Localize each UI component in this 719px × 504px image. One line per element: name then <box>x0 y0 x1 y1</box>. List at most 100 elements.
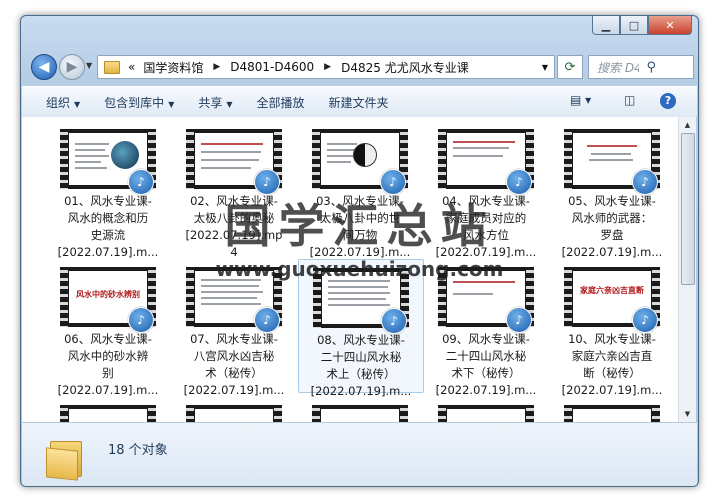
file-name: 08、风水专业课- 二十四山风水秘 术上（秘传） [2022.07.19].m... <box>310 333 412 398</box>
file-name: 09、风水专业课- 二十四山风水秘 术下（秘传） [2022.07.19].m... <box>435 332 537 397</box>
media-player-icon: ♪ <box>632 307 658 333</box>
breadcrumb-separator-icon[interactable]: ▶ <box>318 62 337 72</box>
film-strip-icon <box>186 267 194 327</box>
file-name: 02、风水专业课- 太极八卦的奥秘 [2022.07.19].mp 4 <box>185 194 283 259</box>
film-strip-icon <box>60 405 68 422</box>
slide-title: 风水中的砂水辨别 <box>76 289 140 299</box>
search-input[interactable]: 搜索 D482... ⚲ <box>588 55 694 79</box>
scroll-down-icon[interactable]: ▼ <box>679 406 696 422</box>
address-dropdown-icon[interactable]: ▼ <box>542 63 548 72</box>
help-icon[interactable]: ? <box>660 93 676 109</box>
media-player-icon: ♪ <box>506 169 532 195</box>
file-name: 05、风水专业课- 风水师的武器： 罗盘 [2022.07.19].m... <box>561 194 663 259</box>
film-strip-icon <box>313 268 321 328</box>
organize-label: 组织 <box>46 95 71 110</box>
search-icon[interactable]: ⚲ <box>639 60 689 75</box>
breadcrumb-item[interactable]: 国学资料馆 <box>139 59 207 76</box>
vertical-scrollbar[interactable]: ▲ ▼ <box>678 117 696 422</box>
video-thumbnail <box>186 405 282 422</box>
back-arrow-icon[interactable]: ◀ <box>31 54 57 80</box>
chevron-down-icon: ▼ <box>168 99 175 109</box>
file-name: 10、风水专业课- 家庭六亲凶吉直 断（秘传） [2022.07.19].m... <box>561 332 663 397</box>
refresh-icon[interactable]: ⟳ <box>557 55 583 79</box>
video-thumbnail <box>60 405 156 422</box>
media-player-icon: ♪ <box>506 307 532 333</box>
video-thumbnail <box>312 405 408 422</box>
slide-title: 家庭六亲凶吉直断 <box>580 285 644 295</box>
share-label: 共享 <box>198 95 223 110</box>
new-folder-button[interactable]: 新建文件夹 <box>329 94 389 111</box>
file-list: ♪ 01、风水专业课- 风水的概念和历 史源流 [2022.07.19].m... ♪… <box>22 117 678 422</box>
search-placeholder: 搜索 D482... <box>597 60 639 75</box>
list-item[interactable] <box>550 397 674 422</box>
forward-arrow-icon[interactable]: ▶ <box>59 54 85 80</box>
list-item[interactable]: ♪ 09、风水专业课- 二十四山风水秘 术下（秘传） [2022.07.19].m..… <box>424 259 548 397</box>
media-player-icon: ♪ <box>254 307 280 333</box>
list-item[interactable] <box>46 397 170 422</box>
list-item[interactable]: 家庭六亲凶吉直断 ♪ 10、风水专业课- 家庭六亲凶吉直 断（秘传） [2022.07… <box>550 259 674 397</box>
video-thumbnail <box>438 405 534 422</box>
list-item[interactable]: ♪ 01、风水专业课- 风水的概念和历 史源流 [2022.07.19].m... <box>46 121 170 259</box>
list-item[interactable]: ♪ 04、风水专业课- 家庭成员对应的 风水方位 [2022.07.19].m... <box>424 121 548 259</box>
include-label: 包含到库中 <box>104 95 165 110</box>
include-in-library-button[interactable]: 包含到库中 ▼ <box>104 94 174 111</box>
file-name: 04、风水专业课- 家庭成员对应的 风水方位 [2022.07.19].m... <box>435 194 537 259</box>
maximize-icon[interactable]: □ <box>620 16 648 35</box>
media-player-icon: ♪ <box>380 169 406 195</box>
recent-pages-chevron-icon[interactable]: ▼ <box>86 61 92 70</box>
film-strip-icon <box>312 405 320 422</box>
film-strip-icon <box>186 129 194 189</box>
navigation-bar: ◀ ▶ ▼ « 国学资料馆 ▶ D4801-D4600 ▶ D4825 尤尤风水… <box>29 52 694 82</box>
media-player-icon: ♪ <box>254 169 280 195</box>
chevron-down-icon: ▼ <box>226 99 233 109</box>
share-button[interactable]: 共享 ▼ <box>198 94 232 111</box>
folder-icon <box>46 437 82 481</box>
close-icon[interactable]: ✕ <box>648 16 692 35</box>
list-item[interactable]: ♪ 03、风水专业课- 太极八卦中的世 间万物 [2022.07.19].m... <box>298 121 422 259</box>
slide-preview <box>195 409 273 422</box>
list-item[interactable]: 风水中的砂水辨别 ♪ 06、风水专业课- 风水中的砂水辨别 [2022.07.19]… <box>46 259 170 397</box>
window-controls: ▁ □ ✕ <box>592 16 692 35</box>
film-strip-icon <box>60 267 68 327</box>
list-item[interactable]: ♪ 07、风水专业课- 八宫风水凶吉秘 术（秘传） [2022.07.19].m... <box>172 259 296 397</box>
list-item[interactable] <box>172 397 296 422</box>
slide-preview <box>447 409 525 422</box>
film-strip-icon <box>564 405 572 422</box>
breadcrumb-item[interactable]: D4825 尤尤风水专业课 <box>337 59 473 76</box>
view-options-icon[interactable]: ▤ ▾ <box>570 93 591 107</box>
file-name: 07、风水专业课- 八宫风水凶吉秘 术（秘传） [2022.07.19].m... <box>183 332 285 397</box>
film-strip-icon <box>438 267 446 327</box>
film-strip-icon <box>652 405 660 422</box>
film-strip-icon <box>274 405 282 422</box>
list-item[interactable] <box>424 397 548 422</box>
film-strip-icon <box>526 405 534 422</box>
file-name: 01、风水专业课- 风水的概念和历 史源流 [2022.07.19].m... <box>57 194 159 259</box>
breadcrumb-overflow[interactable]: « <box>124 60 139 74</box>
list-item[interactable]: ♪ 02、风水专业课- 太极八卦的奥秘 [2022.07.19].mp 4 <box>172 121 296 259</box>
list-item[interactable] <box>298 397 422 422</box>
list-item-selected[interactable]: ♪ 08、风水专业课- 二十四山风水秘 术上（秘传） [2022.07.19].m..… <box>298 259 424 398</box>
slide-preview <box>321 409 399 422</box>
breadcrumb-item[interactable]: D4801-D4600 <box>226 60 318 74</box>
media-player-icon: ♪ <box>128 169 154 195</box>
scroll-up-icon[interactable]: ▲ <box>679 117 696 133</box>
media-player-icon: ♪ <box>128 307 154 333</box>
film-strip-icon <box>438 405 446 422</box>
film-strip-icon <box>438 129 446 189</box>
preview-pane-icon[interactable]: ◫ <box>624 93 635 107</box>
organize-button[interactable]: 组织 ▼ <box>46 94 80 111</box>
media-player-icon: ♪ <box>381 308 407 334</box>
breadcrumb-separator-icon[interactable]: ▶ <box>207 62 226 72</box>
video-thumbnail <box>564 405 660 422</box>
list-item[interactable]: ♪ 05、风水专业课- 风水师的武器： 罗盘 [2022.07.19].m... <box>550 121 674 259</box>
film-strip-icon <box>148 405 156 422</box>
file-name: 03、风水专业课- 太极八卦中的世 间万物 [2022.07.19].m... <box>309 194 411 259</box>
film-strip-icon <box>186 405 194 422</box>
minimize-icon[interactable]: ▁ <box>592 16 620 35</box>
scrollbar-thumb[interactable] <box>681 133 695 285</box>
film-strip-icon <box>60 129 68 189</box>
play-all-button[interactable]: 全部播放 <box>257 94 305 111</box>
address-bar[interactable]: « 国学资料馆 ▶ D4801-D4600 ▶ D4825 尤尤风水专业课 ▼ <box>97 55 555 79</box>
slide-preview <box>573 409 651 422</box>
command-bar: 组织 ▼ 包含到库中 ▼ 共享 ▼ 全部播放 新建文件夹 ▤ ▾ ◫ ? <box>22 86 697 118</box>
